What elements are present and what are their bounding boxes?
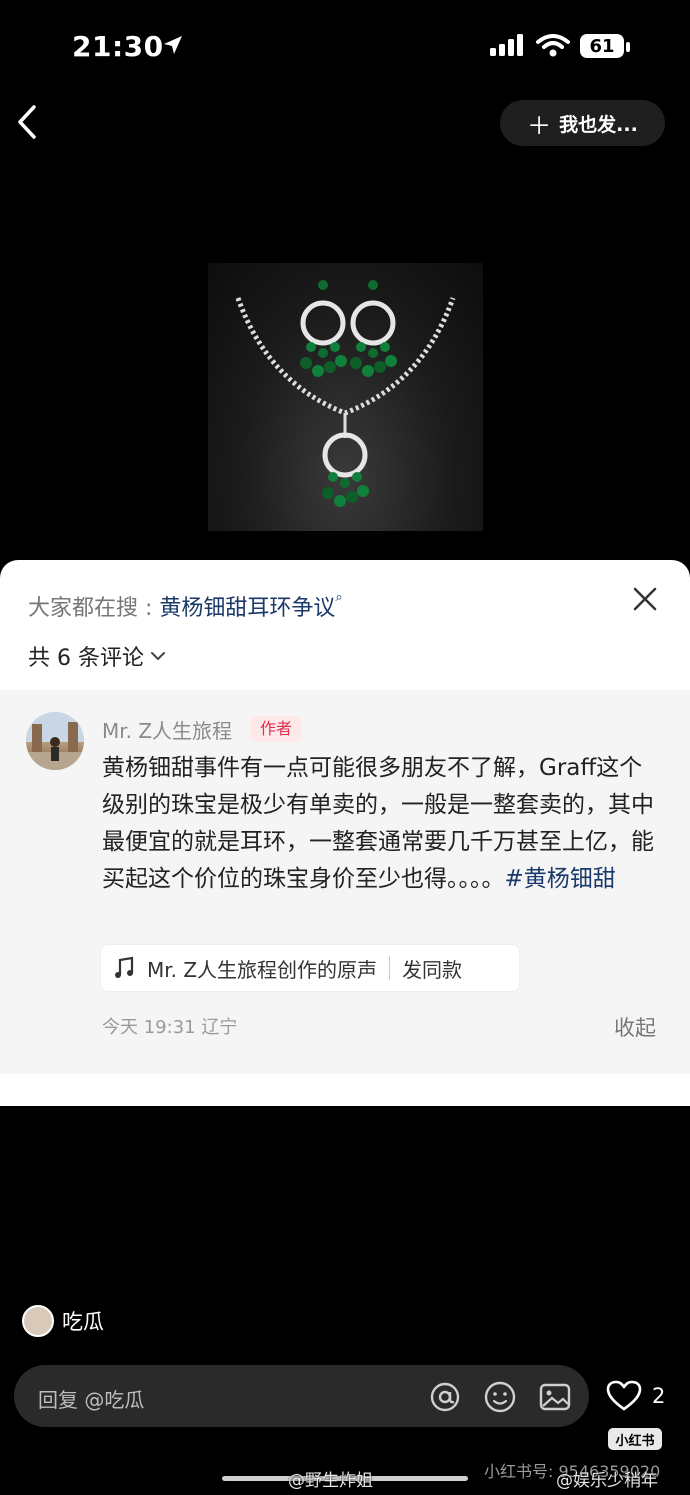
at-button[interactable]	[428, 1380, 462, 1418]
signal-icon	[490, 34, 526, 62]
wifi-icon	[536, 34, 570, 62]
chevron-down-icon	[150, 652, 165, 661]
viewer-name: 吃瓜	[62, 1310, 104, 1334]
author-badge: 作者	[250, 716, 303, 742]
post-too-label: 我也发...	[559, 113, 638, 136]
trending-search[interactable]: 大家都在搜 : 黄杨钿甜耳环争议⌕	[28, 590, 343, 622]
viewer-row[interactable]: 吃瓜	[22, 1305, 104, 1337]
watermark-right: @娱乐少稍年	[556, 1471, 658, 1491]
post-image[interactable]	[208, 263, 483, 531]
like-count: 2	[652, 1384, 666, 1408]
back-button[interactable]	[16, 104, 40, 144]
image-button[interactable]	[538, 1380, 572, 1418]
viewer-avatar	[22, 1305, 54, 1337]
emoji-button[interactable]	[483, 1380, 517, 1418]
plus-icon: ＋	[527, 111, 552, 140]
sound-label: Mr. Z人生旅程创作的原声	[147, 957, 378, 982]
post-too-button[interactable]: ＋ 我也发...	[500, 100, 665, 146]
comment-meta: 今天 19:31 辽宁	[102, 1013, 237, 1039]
emoji-icon	[484, 1381, 516, 1413]
comment-hashtag[interactable]: #黄杨钿甜	[505, 866, 616, 892]
avatar[interactable]	[26, 712, 84, 770]
use-sound-button[interactable]: 发同款	[402, 954, 462, 983]
collapse-button[interactable]: 收起	[614, 1012, 656, 1042]
trending-search-prefix: 大家都在搜 :	[28, 596, 160, 621]
watermark-left: @野生炸姐	[288, 1471, 373, 1491]
battery-tip	[626, 42, 630, 52]
original-sound-chip[interactable]: Mr. Z人生旅程创作的原声 发同款	[100, 944, 520, 992]
comment-text: 黄杨钿甜事件有一点可能很多朋友不了解，Graff这个级别的珠宝是极少有单卖的，一…	[102, 750, 662, 898]
comment-count-sort[interactable]: 共 6 条评论	[28, 640, 166, 672]
comment-time: 今天 19:31	[102, 1017, 196, 1038]
status-bar: 21:30 61	[0, 28, 690, 68]
trending-search-keyword[interactable]: 黄杨钿甜耳环争议	[159, 596, 335, 621]
xiaohongshu-badge: 小红书	[608, 1428, 662, 1450]
reply-placeholder: 回复 @吃瓜	[38, 1388, 145, 1412]
comment-location: 辽宁	[201, 1017, 238, 1038]
close-icon	[633, 587, 657, 611]
sound-divider	[389, 956, 391, 980]
battery-indicator: 61	[580, 34, 624, 58]
status-time: 21:30	[72, 30, 164, 63]
like-button[interactable]	[606, 1380, 642, 1416]
search-small-icon: ⌕	[335, 590, 343, 605]
close-button[interactable]	[632, 586, 658, 616]
image-icon	[539, 1383, 571, 1411]
comment-count: 共 6 条评论	[28, 646, 144, 671]
at-icon	[430, 1382, 460, 1412]
comment-author[interactable]: Mr. Z人生旅程	[102, 715, 232, 744]
back-icon	[18, 105, 36, 139]
heart-icon	[606, 1380, 642, 1411]
music-note-icon	[115, 956, 134, 978]
location-arrow-icon	[162, 34, 184, 60]
